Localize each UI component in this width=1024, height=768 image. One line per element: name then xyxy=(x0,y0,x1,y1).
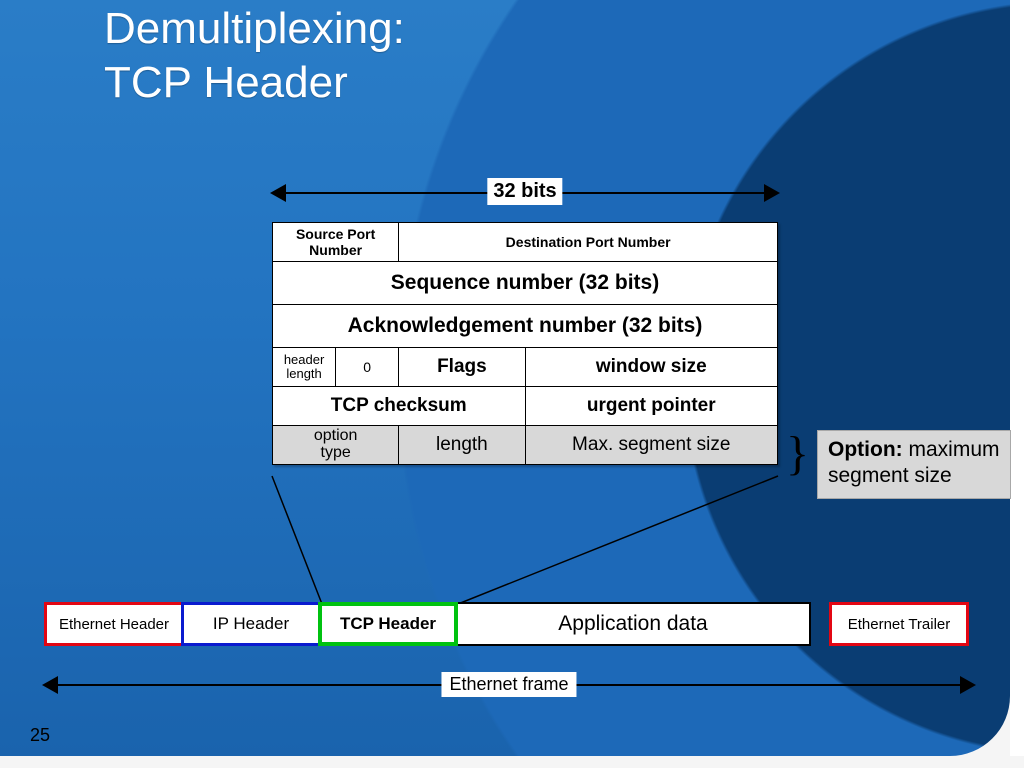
segment-application-data: Application data xyxy=(455,602,811,646)
field-header-length: header length xyxy=(273,348,336,387)
frame-bar: Ethernet Header IP Header TCP Header App… xyxy=(44,602,969,646)
ethernet-frame-arrow: Ethernet frame xyxy=(44,670,974,710)
field-reserved: 0 xyxy=(336,348,399,387)
ethernet-frame-label: Ethernet frame xyxy=(441,672,576,697)
field-flags: Flags xyxy=(399,348,525,387)
field-src-port: Source Port Number xyxy=(273,223,399,262)
slide-title: Demultiplexing: TCP Header xyxy=(104,2,405,109)
bits-label: 32 bits xyxy=(487,178,562,205)
field-window-size: window size xyxy=(525,348,778,387)
field-urgent-pointer: urgent pointer xyxy=(525,387,778,426)
brace-icon: } xyxy=(786,434,809,474)
option-heading: Option: xyxy=(828,438,903,461)
segment-ethernet-header: Ethernet Header xyxy=(44,602,184,646)
field-ack-num: Acknowledgement number (32 bits) xyxy=(273,305,778,348)
tcp-header-table: Source Port Number Destination Port Numb… xyxy=(272,222,778,465)
segment-ip-header: IP Header xyxy=(181,602,321,646)
page-number: 25 xyxy=(30,725,50,746)
segment-tcp-header: TCP Header xyxy=(318,602,458,646)
field-seq-num: Sequence number (32 bits) xyxy=(273,262,778,305)
field-dst-port: Destination Port Number xyxy=(399,223,778,262)
field-option-mss: Max. segment size xyxy=(525,426,778,465)
field-option-type: option type xyxy=(273,426,399,465)
option-annotation: Option: maximum segment size xyxy=(817,430,1011,499)
title-line-1: Demultiplexing: xyxy=(104,4,405,53)
bits-width-arrow: 32 bits xyxy=(272,174,778,214)
field-checksum: TCP checksum xyxy=(273,387,526,426)
field-option-length: length xyxy=(399,426,525,465)
segment-ethernet-trailer: Ethernet Trailer xyxy=(829,602,969,646)
title-line-2: TCP Header xyxy=(104,58,348,107)
